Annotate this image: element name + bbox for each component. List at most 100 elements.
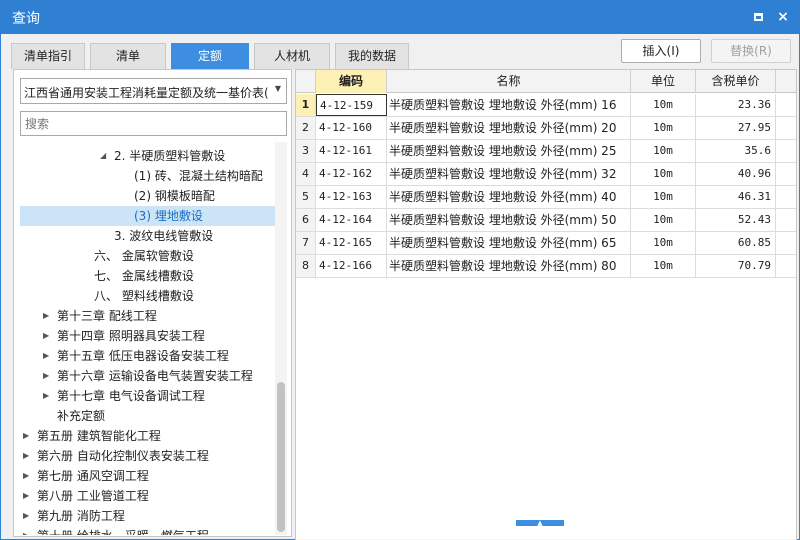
row-number-cell[interactable]: 1 — [296, 94, 316, 116]
replace-button[interactable]: 替换(R) — [711, 39, 791, 63]
tab-bill[interactable]: 清单 — [90, 43, 166, 69]
tab-quota[interactable]: 定额 — [171, 43, 249, 69]
tree-item[interactable]: ▶ 第六册 自动化控制仪表安装工程 — [20, 446, 275, 466]
tree-item[interactable]: (1) 砖、混凝土结构暗配 — [20, 166, 275, 186]
tree-vertical-scrollbar[interactable] — [275, 142, 287, 535]
code-cell[interactable]: 4-12-160 — [316, 117, 387, 139]
code-cell[interactable]: 4-12-163 — [316, 186, 387, 208]
price-cell[interactable]: 23.36 — [696, 94, 776, 116]
caret-right-icon[interactable]: ▶ — [23, 506, 33, 526]
tree-item[interactable]: 3. 波纹电线管敷设 — [20, 226, 275, 246]
column-header-more[interactable] — [776, 70, 796, 93]
column-header-name[interactable]: 名称 — [387, 70, 631, 93]
row-number-cell[interactable]: 5 — [296, 186, 316, 208]
code-cell[interactable]: 4-12-162 — [316, 163, 387, 185]
code-cell[interactable]: 4-12-161 — [316, 140, 387, 162]
tree-item[interactable]: ▶ 第五册 建筑智能化工程 — [20, 426, 275, 446]
tree-scroll-thumb[interactable] — [277, 382, 285, 532]
column-header-unit[interactable]: 单位 — [631, 70, 696, 93]
row-number-cell[interactable]: 4 — [296, 163, 316, 185]
name-cell[interactable]: 半硬质塑料管敷设 埋地敷设 外径(mm) 20 — [387, 117, 631, 139]
tree-item[interactable]: ▶ 第十四章 照明器具安装工程 — [20, 326, 275, 346]
panel-splitter[interactable]: ▲ — [516, 520, 564, 527]
row-number-cell[interactable]: 2 — [296, 117, 316, 139]
unit-cell[interactable]: 10m — [631, 255, 696, 277]
tree-item-label: 补充定额 — [57, 409, 106, 423]
price-cell[interactable]: 35.6 — [696, 140, 776, 162]
caret-right-icon[interactable]: ▶ — [43, 386, 53, 406]
caret-right-icon[interactable]: ▶ — [43, 306, 53, 326]
tree-item[interactable]: ▶ 第十三章 配线工程 — [20, 306, 275, 326]
name-cell[interactable]: 半硬质塑料管敷设 埋地敷设 外径(mm) 25 — [387, 140, 631, 162]
unit-cell[interactable]: 10m — [631, 186, 696, 208]
code-cell[interactable]: 4-12-165 — [316, 232, 387, 254]
name-cell[interactable]: 半硬质塑料管敷设 埋地敷设 外径(mm) 50 — [387, 209, 631, 231]
tree-item[interactable]: ▶ 第十七章 电气设备调试工程 — [20, 386, 275, 406]
name-cell[interactable]: 半硬质塑料管敷设 埋地敷设 外径(mm) 65 — [387, 232, 631, 254]
tree-item[interactable]: (2) 钢模板暗配 — [20, 186, 275, 206]
caret-right-icon[interactable]: ▶ — [23, 466, 33, 486]
caret-right-icon[interactable]: ▶ — [23, 426, 33, 446]
unit-cell[interactable]: 10m — [631, 117, 696, 139]
tree-item[interactable]: ▶ 第九册 消防工程 — [20, 506, 275, 526]
tab-bill-guide[interactable]: 清单指引 — [11, 43, 85, 69]
caret-right-icon[interactable]: ▶ — [43, 366, 53, 386]
caret-right-icon[interactable]: ▶ — [43, 326, 53, 346]
tree-item[interactable]: ▶ 第十册 给排水、采暖、燃气工程 — [20, 526, 275, 535]
row-number-cell[interactable]: 6 — [296, 209, 316, 231]
code-cell[interactable]: 4-12-159 — [316, 94, 387, 116]
price-cell[interactable]: 52.43 — [696, 209, 776, 231]
tab-labor-material-machine[interactable]: 人材机 — [254, 43, 330, 69]
caret-right-icon[interactable]: ▶ — [43, 346, 53, 366]
tree-item[interactable]: 六、 金属软管敷设 — [20, 246, 275, 266]
price-cell[interactable]: 27.95 — [696, 117, 776, 139]
row-number-cell[interactable]: 3 — [296, 140, 316, 162]
table-row[interactable]: 1 4-12-159 半硬质塑料管敷设 埋地敷设 外径(mm) 16 10m 23.36 — [296, 94, 796, 117]
quota-library-select[interactable]: 江西省通用安装工程消耗量定额及统一基价表( ▼ — [20, 78, 287, 104]
close-button[interactable]: × — [775, 9, 791, 25]
name-cell[interactable]: 半硬质塑料管敷设 埋地敷设 外径(mm) 80 — [387, 255, 631, 277]
tree-item[interactable]: (3) 埋地敷设 — [20, 206, 275, 226]
search-input[interactable] — [20, 111, 287, 136]
price-cell[interactable]: 70.79 — [696, 255, 776, 277]
column-header-code[interactable]: 编码 — [316, 70, 387, 93]
unit-cell[interactable]: 10m — [631, 163, 696, 185]
maximize-button[interactable] — [751, 9, 767, 25]
unit-cell[interactable]: 10m — [631, 232, 696, 254]
table-row[interactable]: 3 4-12-161 半硬质塑料管敷设 埋地敷设 外径(mm) 25 10m 35.6 — [296, 140, 796, 163]
caret-right-icon[interactable]: ▶ — [23, 526, 33, 535]
row-number-cell[interactable]: 8 — [296, 255, 316, 277]
table-row[interactable]: 8 4-12-166 半硬质塑料管敷设 埋地敷设 外径(mm) 80 10m 70.79 — [296, 255, 796, 278]
tab-my-data[interactable]: 我的数据 — [335, 43, 409, 69]
row-number-cell[interactable]: 7 — [296, 232, 316, 254]
tree-item[interactable]: ▶ 第八册 工业管道工程 — [20, 486, 275, 506]
tree-item[interactable]: ◢ 2. 半硬质塑料管敷设 — [20, 146, 275, 166]
name-cell[interactable]: 半硬质塑料管敷设 埋地敷设 外径(mm) 40 — [387, 186, 631, 208]
unit-cell[interactable]: 10m — [631, 209, 696, 231]
table-row[interactable]: 6 4-12-164 半硬质塑料管敷设 埋地敷设 外径(mm) 50 10m 52.43 — [296, 209, 796, 232]
tree-item[interactable]: ▶ 第七册 通风空调工程 — [20, 466, 275, 486]
tree-item[interactable]: ▶ 第十六章 运输设备电气装置安装工程 — [20, 366, 275, 386]
caret-right-icon[interactable]: ▶ — [23, 486, 33, 506]
tree-item[interactable]: 七、 金属线槽敷设 — [20, 266, 275, 286]
code-cell[interactable]: 4-12-164 — [316, 209, 387, 231]
column-header-price[interactable]: 含税单价 — [696, 70, 776, 93]
price-cell[interactable]: 46.31 — [696, 186, 776, 208]
code-cell[interactable]: 4-12-166 — [316, 255, 387, 277]
table-row[interactable]: 5 4-12-163 半硬质塑料管敷设 埋地敷设 外径(mm) 40 10m 46.31 — [296, 186, 796, 209]
tree-item[interactable]: ▶ 第十五章 低压电器设备安装工程 — [20, 346, 275, 366]
price-cell[interactable]: 40.96 — [696, 163, 776, 185]
tree-item[interactable]: 八、 塑料线槽敷设 — [20, 286, 275, 306]
caret-down-icon[interactable]: ◢ — [100, 146, 110, 166]
name-cell[interactable]: 半硬质塑料管敷设 埋地敷设 外径(mm) 16 — [387, 94, 631, 116]
name-cell[interactable]: 半硬质塑料管敷设 埋地敷设 外径(mm) 32 — [387, 163, 631, 185]
table-row[interactable]: 4 4-12-162 半硬质塑料管敷设 埋地敷设 外径(mm) 32 10m 40.96 — [296, 163, 796, 186]
unit-cell[interactable]: 10m — [631, 94, 696, 116]
table-row[interactable]: 7 4-12-165 半硬质塑料管敷设 埋地敷设 外径(mm) 65 10m 60.85 — [296, 232, 796, 255]
price-cell[interactable]: 60.85 — [696, 232, 776, 254]
tree-item[interactable]: 补充定额 — [20, 406, 275, 426]
unit-cell[interactable]: 10m — [631, 140, 696, 162]
caret-right-icon[interactable]: ▶ — [23, 446, 33, 466]
table-row[interactable]: 2 4-12-160 半硬质塑料管敷设 埋地敷设 外径(mm) 20 10m 27.95 — [296, 117, 796, 140]
insert-button[interactable]: 插入(I) — [621, 39, 701, 63]
